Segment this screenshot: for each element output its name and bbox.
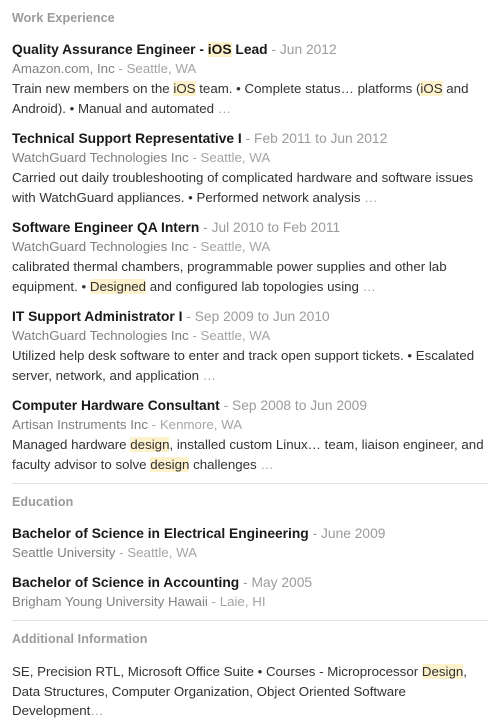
section-education: Education Bachelor of Science in Electri…	[0, 484, 500, 611]
entry-headline: Bachelor of Science in Accounting - May …	[12, 573, 488, 592]
section-header-education: Education	[12, 495, 74, 509]
truncation-ellipsis: …	[362, 278, 376, 294]
entry-separator: -	[114, 61, 127, 76]
entry-organization: WatchGuard Technologies Inc	[12, 239, 189, 254]
work-experience-entry-list: Quality Assurance Engineer - iOS Lead - …	[12, 29, 488, 474]
entry-headline: Quality Assurance Engineer - iOS Lead - …	[12, 40, 488, 59]
truncation-ellipsis: …	[90, 703, 104, 718]
search-highlight: iOS	[173, 81, 196, 96]
additional-information-entry: SE, Precision RTL, Microsoft Office Suit…	[12, 650, 488, 721]
entry-dates: Jul 2010 to Feb 2011	[211, 220, 341, 235]
entry-headline: Computer Hardware Consultant - Sep 2008 …	[12, 396, 488, 415]
search-highlight: Design	[421, 664, 464, 679]
entry-organization-line: WatchGuard Technologies Inc - Seattle, W…	[12, 148, 488, 167]
entry-dates: June 2009	[321, 526, 386, 541]
entry-separator: -	[267, 42, 280, 57]
truncation-ellipsis: …	[364, 189, 378, 205]
entry-separator: -	[188, 150, 201, 165]
resume-entry: IT Support Administrator I - Sep 2009 to…	[12, 296, 488, 385]
entry-location: Seattle, WA	[200, 239, 271, 254]
entry-separator: -	[115, 545, 128, 560]
entry-separator: -	[147, 417, 160, 432]
resume-snippet: Work Experience Quality Assurance Engine…	[0, 0, 500, 721]
entry-separator: -	[188, 328, 201, 343]
entry-separator: -	[241, 131, 255, 146]
entry-dates: Sep 2008 to Jun 2009	[232, 398, 368, 413]
entry-separator: -	[239, 575, 252, 590]
entry-headline: IT Support Administrator I - Sep 2009 to…	[12, 307, 488, 326]
education-entry-list: Bachelor of Science in Electrical Engine…	[12, 513, 488, 611]
entry-organization: Brigham Young University Hawaii	[12, 594, 208, 609]
resume-entry: Software Engineer QA Intern - Jul 2010 t…	[12, 207, 488, 296]
entry-dates: May 2005	[251, 575, 313, 590]
entry-organization-line: WatchGuard Technologies Inc - Seattle, W…	[12, 326, 488, 345]
entry-organization: Artisan Instruments Inc	[12, 417, 148, 432]
resume-entry: Bachelor of Science in Electrical Engine…	[12, 513, 488, 562]
section-header-additional-information: Additional Information	[12, 632, 148, 646]
entry-title: Bachelor of Science in Electrical Engine…	[12, 526, 309, 541]
resume-entry: Bachelor of Science in Accounting - May …	[12, 562, 488, 611]
entry-organization-line: Artisan Instruments Inc - Kenmore, WA	[12, 415, 488, 434]
resume-entry: Computer Hardware Consultant - Sep 2008 …	[12, 385, 488, 474]
entry-separator: -	[308, 526, 321, 541]
entry-dates: Jun 2012	[279, 42, 337, 57]
entry-separator: -	[188, 239, 201, 254]
entry-location: Seattle, WA	[200, 150, 271, 165]
entry-location: Seattle, WA	[127, 545, 198, 560]
entry-title: IT Support Administrator I	[12, 309, 183, 324]
entry-description: Managed hardware design, installed custo…	[12, 437, 484, 472]
entry-title: Software Engineer QA Intern	[12, 220, 200, 235]
entry-organization-line: Seattle University - Seattle, WA	[12, 543, 488, 562]
entry-dates: Sep 2009 to Jun 2010	[194, 309, 330, 324]
entry-title: Technical Support Representative I	[12, 131, 242, 146]
entry-organization: WatchGuard Technologies Inc	[12, 328, 189, 343]
entry-separator: -	[199, 220, 212, 235]
search-highlight: iOS	[207, 42, 232, 57]
entry-organization-line: Amazon.com, Inc - Seattle, WA	[12, 59, 488, 78]
entry-location: Kenmore, WA	[159, 417, 243, 432]
entry-organization-line: Brigham Young University Hawaii - Laie, …	[12, 592, 488, 611]
entry-headline: Bachelor of Science in Electrical Engine…	[12, 524, 488, 543]
search-highlight: design	[150, 456, 190, 472]
entry-location: Laie, HI	[219, 594, 266, 609]
search-highlight: Designed	[89, 278, 147, 294]
truncation-ellipsis: …	[260, 456, 274, 472]
entry-separator: -	[182, 309, 195, 324]
entry-title: Quality Assurance Engineer - iOS Lead	[12, 42, 268, 57]
entry-location: Seattle, WA	[200, 328, 271, 343]
truncation-ellipsis: …	[217, 100, 232, 116]
entry-organization: WatchGuard Technologies Inc	[12, 150, 189, 165]
search-highlight: iOS	[420, 81, 443, 96]
section-work-experience: Work Experience Quality Assurance Engine…	[0, 0, 500, 474]
resume-entry: Technical Support Representative I - Feb…	[12, 118, 488, 207]
entry-organization-line: WatchGuard Technologies Inc - Seattle, W…	[12, 237, 488, 256]
section-header-work-experience: Work Experience	[12, 11, 115, 25]
entry-title: Computer Hardware Consultant	[12, 398, 220, 413]
additional-information-body: SE, Precision RTL, Microsoft Office Suit…	[12, 664, 467, 718]
search-highlight: design	[130, 437, 170, 452]
entry-description: Utilized help desk software to enter and…	[12, 348, 475, 383]
truncation-ellipsis: …	[202, 367, 216, 383]
entry-separator: -	[219, 398, 233, 413]
entry-title: Bachelor of Science in Accounting	[12, 575, 240, 590]
entry-separator: -	[207, 594, 220, 609]
entry-organization: Seattle University	[12, 545, 116, 560]
entry-headline: Software Engineer QA Intern - Jul 2010 t…	[12, 218, 488, 237]
entry-organization: Amazon.com, Inc	[12, 61, 115, 76]
resume-entry: Quality Assurance Engineer - iOS Lead - …	[12, 29, 488, 118]
entry-headline: Technical Support Representative I - Feb…	[12, 129, 488, 148]
entry-description: Carried out daily troubleshooting of com…	[12, 170, 474, 205]
entry-dates: Feb 2011 to Jun 2012	[254, 131, 388, 146]
entry-description: Train new members on the iOS team. • Com…	[12, 81, 469, 116]
entry-description: calibrated thermal chambers, programmabl…	[12, 259, 447, 294]
entry-location: Seattle, WA	[126, 61, 197, 76]
